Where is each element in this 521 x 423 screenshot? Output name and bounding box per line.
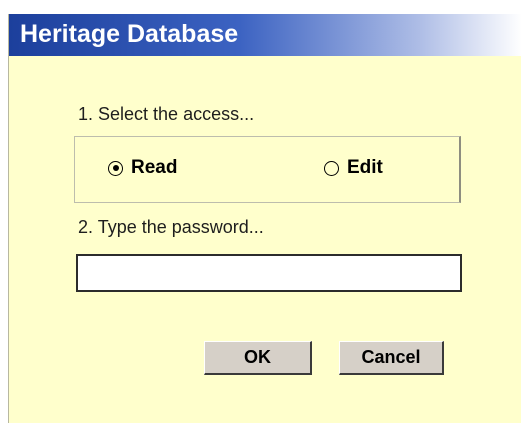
radio-unselected-icon <box>324 160 339 176</box>
ok-button[interactable]: OK <box>204 341 312 375</box>
title-bar[interactable]: Heritage Database <box>9 14 521 56</box>
radio-selected-icon <box>108 160 123 176</box>
dialog-title: Heritage Database <box>20 20 239 48</box>
access-label: 1. Select the access... <box>78 104 255 124</box>
access-radio-group: Read Edit <box>74 136 461 203</box>
read-radio[interactable]: Read <box>108 157 177 179</box>
password-label: 2. Type the password... <box>78 217 264 237</box>
heritage-dialog: Heritage Database 1. Select the access..… <box>8 14 521 423</box>
edit-radio[interactable]: Edit <box>324 157 383 179</box>
edit-radio-label: Edit <box>347 157 383 178</box>
read-radio-label: Read <box>131 157 178 178</box>
radio-dot-icon <box>112 165 119 171</box>
password-field[interactable] <box>76 254 462 292</box>
cancel-button[interactable]: Cancel <box>339 341 444 375</box>
